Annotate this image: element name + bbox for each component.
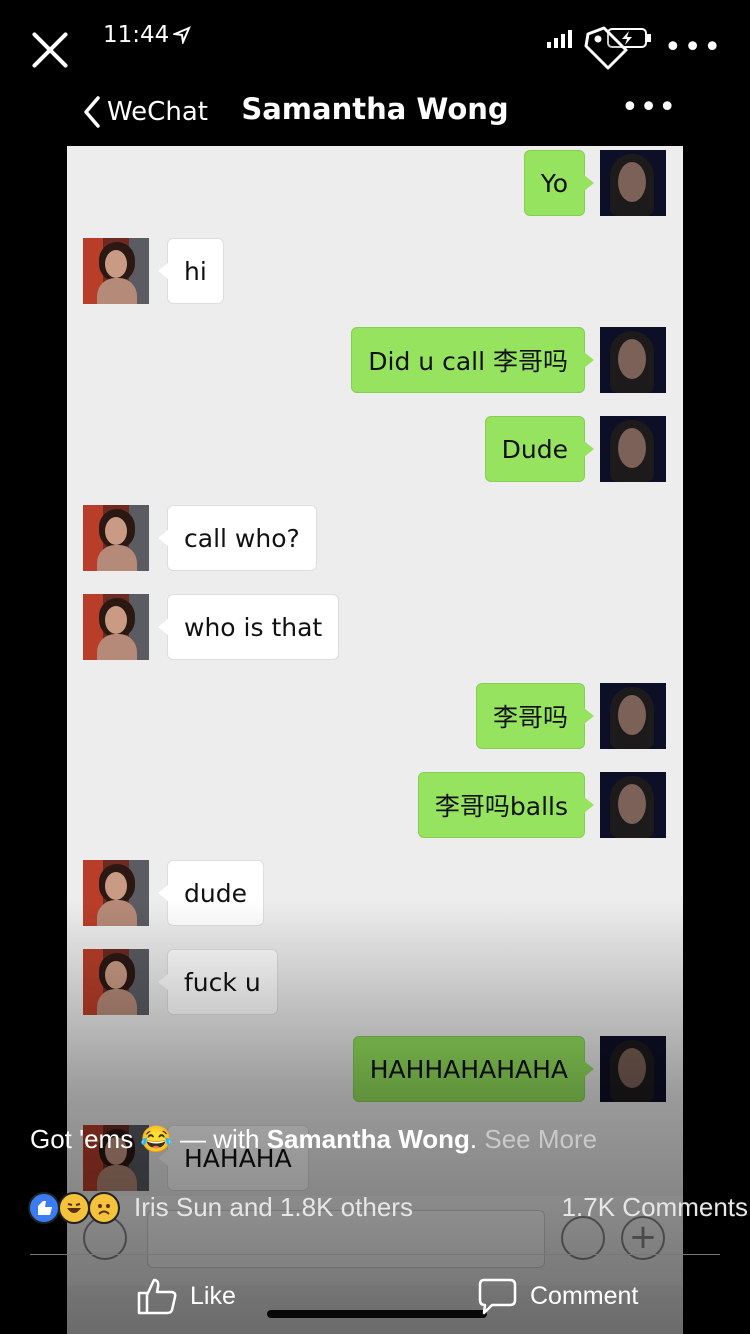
like-button[interactable]: Like: [136, 1274, 236, 1318]
like-label: Like: [190, 1281, 236, 1310]
reactions-summary[interactable]: Iris Sun and 1.8K others 1.7K Comments: [28, 1190, 748, 1230]
my-avatar[interactable]: [600, 327, 666, 393]
message-row: Yo: [67, 148, 683, 216]
received-message-bubble[interactable]: fuck u: [158, 949, 278, 1015]
my-avatar[interactable]: [600, 150, 666, 216]
viewer-top-bar: •••: [0, 0, 750, 100]
my-avatar[interactable]: [600, 683, 666, 749]
message-row: fuck u: [67, 947, 683, 1015]
message-row: dude: [67, 858, 683, 926]
caption-text: Got 'ems 😂 — with: [30, 1124, 267, 1154]
home-indicator: [267, 1310, 487, 1318]
contact-avatar[interactable]: [83, 594, 149, 660]
message-row: Did u call 李哥吗: [67, 325, 683, 393]
sent-message-bubble[interactable]: Yo: [523, 150, 595, 216]
message-row: 李哥吗balls: [67, 770, 683, 838]
caption-suffix: .: [469, 1124, 485, 1154]
my-avatar[interactable]: [600, 1036, 666, 1102]
tagged-person-link[interactable]: Samantha Wong: [267, 1124, 470, 1154]
message-row: HAHHAHAHAHA: [67, 1034, 683, 1102]
comment-bubble-icon: [478, 1278, 517, 1315]
thumbs-up-icon: [137, 1278, 177, 1315]
sent-message-bubble[interactable]: 李哥吗: [475, 683, 595, 749]
received-message-bubble[interactable]: hi: [158, 238, 224, 304]
sad-reaction-icon: [88, 1192, 120, 1224]
viewer-more-button[interactable]: •••: [664, 30, 723, 65]
message-row: who is that: [67, 592, 683, 660]
my-avatar[interactable]: [600, 772, 666, 838]
received-message-bubble[interactable]: call who?: [158, 505, 317, 571]
sent-message-bubble[interactable]: Dude: [484, 416, 595, 482]
my-avatar[interactable]: [600, 416, 666, 482]
comment-button[interactable]: Comment: [476, 1274, 638, 1318]
message-row: hi: [67, 236, 683, 304]
message-row: call who?: [67, 503, 683, 571]
close-icon[interactable]: [28, 28, 72, 72]
tag-icon[interactable]: [582, 24, 632, 74]
contact-avatar[interactable]: [83, 860, 149, 926]
comment-label: Comment: [530, 1281, 639, 1310]
contact-avatar[interactable]: [83, 238, 149, 304]
haha-reaction-icon: [58, 1192, 90, 1224]
message-row: 李哥吗: [67, 681, 683, 749]
sent-message-bubble[interactable]: HAHHAHAHAHA: [352, 1036, 595, 1102]
sent-message-bubble[interactable]: Did u call 李哥吗: [351, 327, 594, 393]
message-row: Dude: [67, 414, 683, 482]
contact-avatar[interactable]: [83, 949, 149, 1015]
comments-count[interactable]: 1.7K Comments: [562, 1192, 748, 1223]
reactions-text[interactable]: Iris Sun and 1.8K others: [134, 1192, 413, 1223]
like-reaction-icon: [28, 1192, 60, 1224]
received-message-bubble[interactable]: dude: [158, 860, 264, 926]
received-message-bubble[interactable]: who is that: [157, 594, 340, 660]
sent-message-bubble[interactable]: 李哥吗balls: [417, 772, 595, 838]
see-more-link[interactable]: See More: [484, 1124, 597, 1154]
post-caption: Got 'ems 😂 — with Samantha Wong. See Mor…: [30, 1124, 730, 1155]
contact-avatar[interactable]: [83, 505, 149, 571]
divider: [30, 1254, 720, 1255]
